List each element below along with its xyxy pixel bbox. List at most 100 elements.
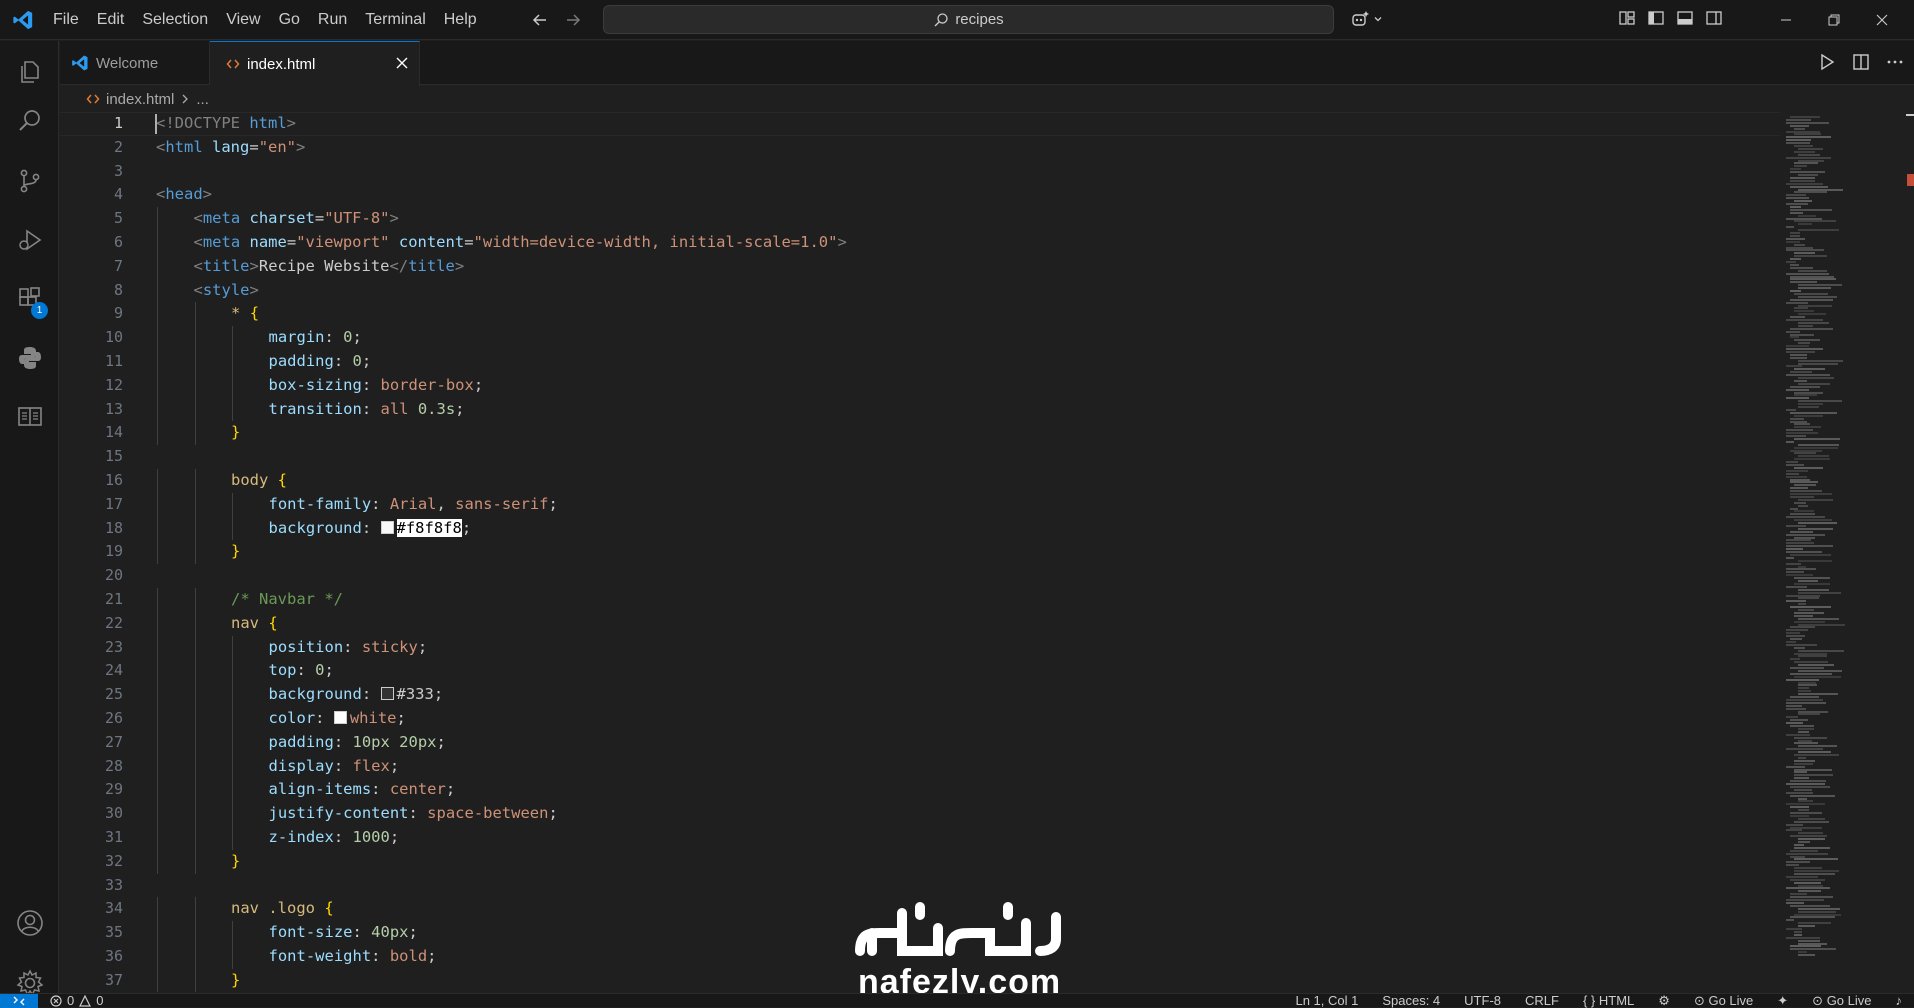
minimap-line [1798,362,1838,365]
minimap-line [1794,867,1822,870]
menu-selection[interactable]: Selection [133,0,217,40]
minimap[interactable] [1784,112,1904,992]
language-mode[interactable]: { } HTML [1583,993,1634,1008]
code-token: flex [352,756,390,775]
minimap-line [1794,252,1815,255]
end-of-line[interactable]: CRLF [1525,993,1559,1008]
title-bar: File Edit Selection View Go Run Terminal Help r… [0,0,1914,40]
minimap-line [1790,814,1809,817]
notifications-bell-icon[interactable]: ♪ [1896,993,1903,1008]
indentation[interactable]: Spaces: 4 [1382,993,1440,1008]
minimap-line [1786,139,1811,142]
minimap-line [1798,669,1842,672]
code-token: box-sizing [268,375,362,394]
code-token: Arial [389,494,437,513]
explorer-icon[interactable] [0,48,59,96]
minimize-button[interactable] [1762,0,1810,40]
minimap-line [1794,611,1824,614]
minimap-line [1786,545,1833,548]
minimap-line [1798,174,1818,176]
python-icon[interactable] [0,334,59,382]
minimap-line [1794,292,1828,295]
toggle-primary-sidebar-icon[interactable] [1647,9,1665,27]
minimap-line [1798,287,1831,290]
close-icon[interactable] [395,56,409,70]
book-icon[interactable] [0,393,59,441]
editor-tabs: Welcome index.html [60,41,1914,86]
forward-arrow-icon[interactable] [563,10,583,30]
minimap-line [1798,649,1844,652]
minimap-line [1794,200,1812,203]
minimap-line [1786,698,1823,701]
menu-go[interactable]: Go [270,0,309,40]
copilot-button[interactable] [1350,9,1383,29]
minimap-line [1790,420,1807,423]
tab-welcome[interactable]: Welcome [60,41,210,85]
tab-index-html[interactable]: index.html [210,41,420,86]
menu-terminal[interactable]: Terminal [356,0,434,40]
search-view-icon[interactable] [0,97,59,145]
back-arrow-icon[interactable] [530,10,550,30]
color-swatch[interactable] [380,520,394,534]
remote-indicator-button[interactable] [0,994,38,1008]
minimap-line [1790,258,1801,261]
code-token: > [837,232,847,251]
go-live-button[interactable]: ⊙ Go Live [1694,993,1753,1008]
minimap-line [1790,493,1832,495]
minimap-line [1790,353,1807,356]
close-window-button[interactable] [1858,0,1906,40]
extensions-icon[interactable]: 1 [0,275,59,323]
restore-button[interactable] [1810,0,1858,40]
cursor-position[interactable]: Ln 1, Col 1 [1295,993,1358,1008]
color-swatch[interactable] [380,687,394,701]
run-file-icon[interactable] [1818,53,1836,71]
code-token: : [296,661,316,680]
toggle-panel-icon[interactable] [1676,9,1694,27]
minimap-line [1794,620,1825,623]
minimap-line [1790,904,1830,907]
extension-status-icon[interactable]: ✦ [1777,993,1788,1008]
menu-file[interactable]: File [44,0,88,40]
accounts-icon[interactable] [0,899,59,947]
code-token: !DOCTYPE [165,114,250,132]
customize-layout-icon[interactable] [1618,9,1636,27]
minimap-line [1798,527,1833,530]
code-token: < [156,185,166,204]
minimap-line [1794,452,1816,455]
menu-help[interactable]: Help [435,0,486,40]
copilot-status-icon[interactable]: ⚙ [1658,993,1670,1008]
breadcrumb-symbol[interactable]: ... [196,91,209,108]
minimap-line [1798,565,1806,568]
vertical-scrollbar[interactable] [1904,112,1914,992]
code-token: sans-serif [455,494,549,513]
minimap-line [1794,768,1832,771]
breadcrumb-file[interactable]: index.html [106,91,174,108]
command-center-search[interactable]: recipes [603,5,1334,34]
menu-view[interactable]: View [217,0,269,40]
color-swatch[interactable] [333,710,347,724]
split-editor-icon[interactable] [1852,53,1870,71]
code-editor[interactable]: <!DOCTYPE html> <html lang="en"> <head> <me… [155,112,1780,993]
source-control-icon[interactable] [0,157,59,205]
minimap-line [1786,542,1814,545]
go-live-button-2[interactable]: ⊙ Go Live [1812,993,1871,1008]
minimap-line [1786,823,1803,826]
code-token: 0.3s [417,399,456,418]
minimap-line [1798,925,1815,928]
minimap-line [1786,928,1802,930]
menu-bar: File Edit Selection View Go Run Terminal Help [44,0,486,40]
code-token: font-weight [268,946,372,965]
minimap-line [1794,484,1816,487]
minimap-line [1794,510,1814,513]
minimap-line [1790,826,1822,829]
run-debug-icon[interactable] [0,216,59,264]
encoding[interactable]: UTF-8 [1464,993,1501,1008]
minimap-line [1786,197,1809,200]
menu-run[interactable]: Run [309,0,356,40]
minimap-line [1790,208,1832,211]
code-line: } [155,849,1780,874]
toggle-secondary-sidebar-icon[interactable] [1705,9,1723,27]
menu-edit[interactable]: Edit [88,0,134,40]
problems-indicator[interactable]: 0 0 [50,993,103,1008]
more-actions-icon[interactable] [1886,53,1904,71]
